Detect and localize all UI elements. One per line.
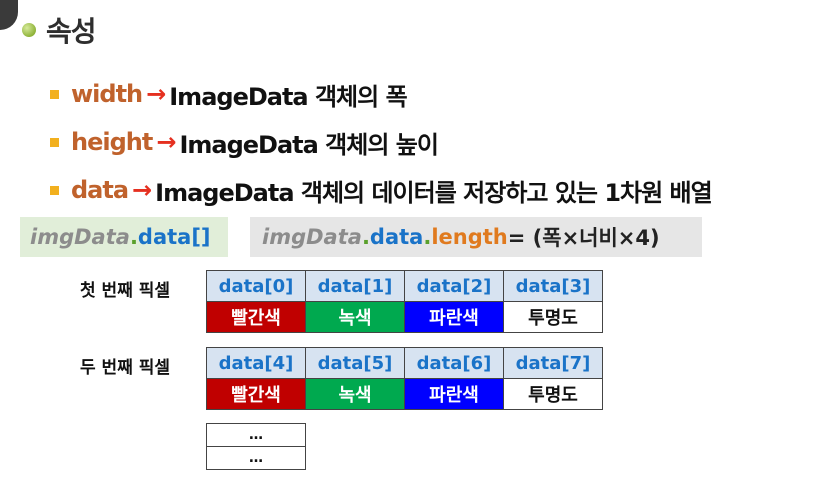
property-item-data: data → ImageData 객체의 데이터를 저장하고 있는 1차원 배열 [50, 166, 713, 214]
table-row: data[4] data[5] data[6] data[7] [206, 347, 603, 379]
code-dot: . [129, 225, 138, 249]
channel-cell-red: 빨간색 [206, 378, 306, 410]
property-list: width → ImageData 객체의 폭 height → ImageDa… [50, 70, 713, 214]
index-cell: data[5] [305, 347, 405, 379]
index-cell: data[1] [305, 270, 405, 302]
index-cell: data[4] [206, 347, 306, 379]
code-dot: . [423, 225, 432, 249]
code-object: imgData [262, 225, 362, 249]
title-text: 속성 [46, 15, 97, 48]
property-name: height [71, 128, 153, 156]
channel-cell-green: 녹색 [305, 378, 405, 410]
circle-bullet-icon [22, 23, 36, 37]
table-row: 빨간색 녹색 파란색 투명도 [206, 378, 603, 410]
code-data-array: imgData. data[] [20, 217, 228, 257]
square-bullet-icon [50, 89, 59, 99]
property-name: data [71, 176, 129, 204]
code-length: length [431, 225, 508, 249]
table-row: 빨간색 녹색 파란색 투명도 [206, 301, 603, 333]
pixel-table-first: data[0] data[1] data[2] data[3] 빨간색 녹색 파… [206, 270, 603, 333]
ellipsis-cell: … [206, 423, 306, 447]
corner-decoration [0, 0, 18, 30]
channel-cell-red: 빨간색 [206, 301, 306, 333]
section-title: 속성 [22, 10, 97, 50]
channel-cell-blue: 파란색 [404, 378, 504, 410]
square-bullet-icon [50, 185, 59, 195]
arrow-icon: → [146, 80, 166, 108]
table-row: … [206, 423, 306, 447]
index-cell: data[0] [206, 270, 306, 302]
square-bullet-icon [50, 137, 59, 147]
property-item-width: width → ImageData 객체의 폭 [50, 70, 712, 118]
code-data-length: imgData. data. length = (폭×너비×4) [250, 217, 702, 257]
code-property: data [369, 225, 424, 249]
arrow-icon: → [132, 176, 152, 204]
index-cell: data[3] [503, 270, 603, 302]
property-desc: ImageData 객체의 데이터를 저장하고 있는 1차원 배열 [155, 178, 713, 207]
code-object: imgData [30, 225, 130, 249]
channel-cell-blue: 파란색 [404, 301, 504, 333]
property-name: width [71, 80, 143, 108]
pixel-table-second: data[4] data[5] data[6] data[7] 빨간색 녹색 파… [206, 347, 603, 410]
ellipsis-cell: … [206, 446, 306, 470]
index-cell: data[7] [503, 347, 603, 379]
arrow-icon: → [156, 128, 176, 156]
code-dot: . [361, 225, 370, 249]
pixel-label-second: 두 번째 픽셀 [80, 358, 171, 378]
property-desc: ImageData 객체의 폭 [169, 82, 407, 111]
channel-cell-alpha: 투명도 [503, 301, 603, 333]
channel-cell-green: 녹색 [305, 301, 405, 333]
table-row: data[0] data[1] data[2] data[3] [206, 270, 603, 302]
property-item-height: height → ImageData 객체의 높이 [50, 118, 712, 166]
channel-cell-alpha: 투명도 [503, 378, 603, 410]
index-cell: data[2] [404, 270, 504, 302]
code-formula: = (폭×너비×4) [507, 226, 660, 250]
property-desc: ImageData 객체의 높이 [179, 130, 438, 159]
index-cell: data[6] [404, 347, 504, 379]
table-row: … [206, 446, 306, 470]
pixel-label-first: 첫 번째 픽셀 [80, 281, 171, 301]
code-property: data[] [137, 225, 211, 249]
ellipsis-table: … … [206, 423, 306, 470]
